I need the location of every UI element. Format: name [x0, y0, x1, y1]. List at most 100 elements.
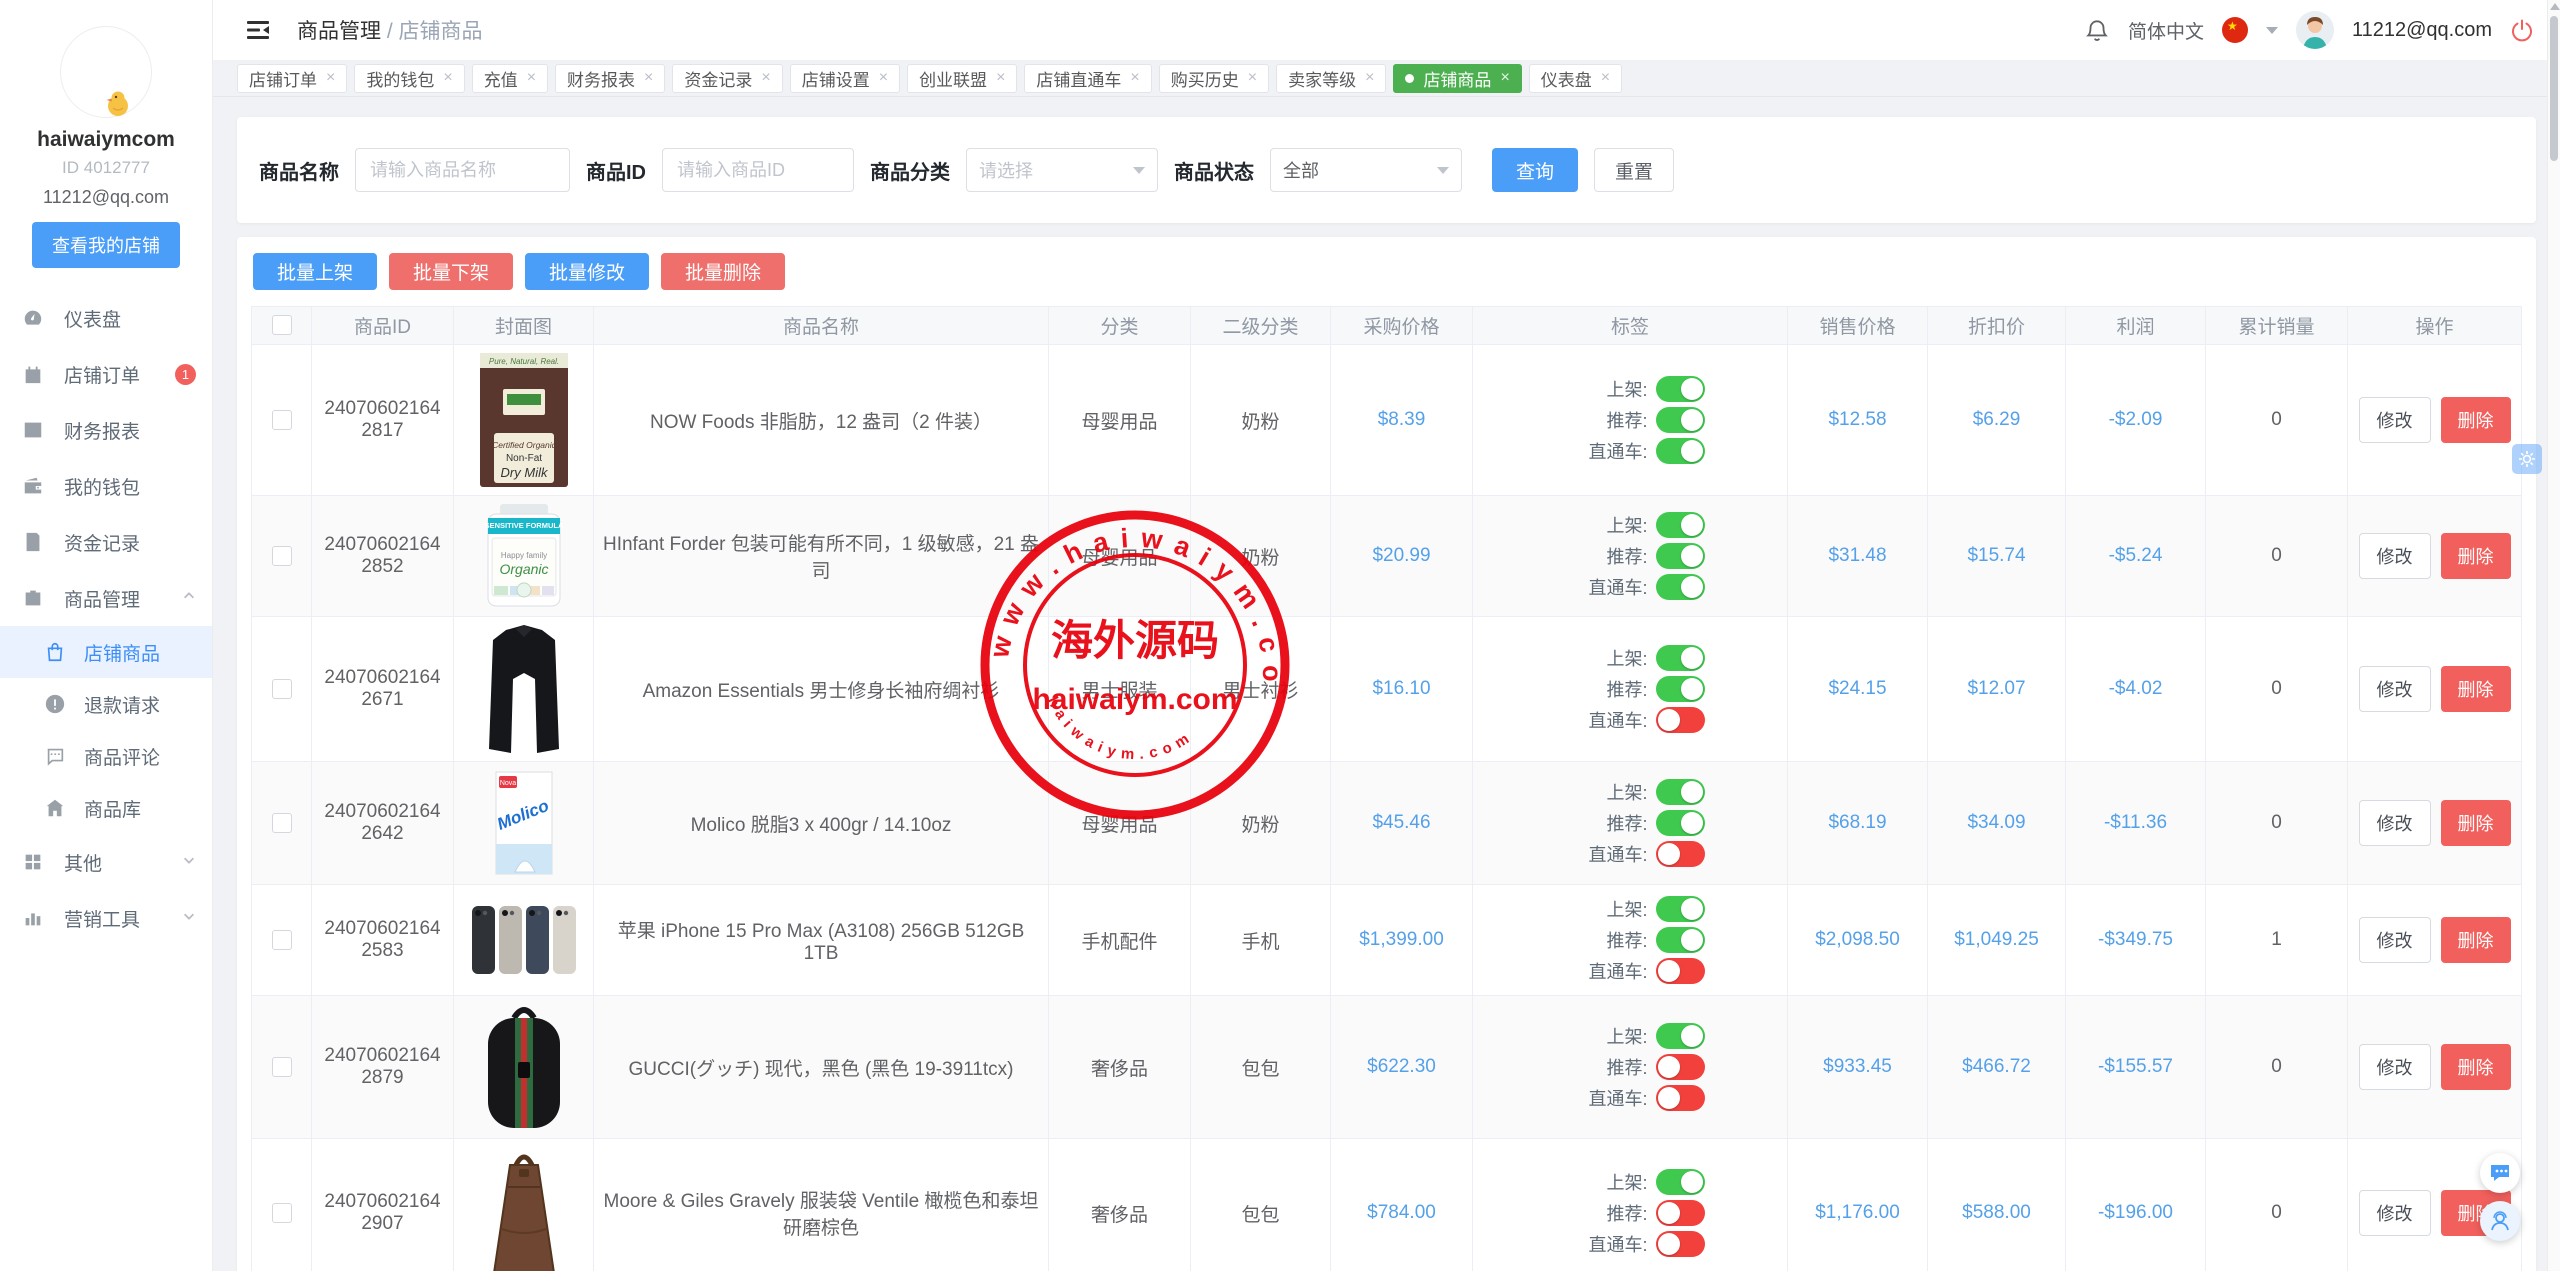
- tab-close-icon[interactable]: ×: [1130, 70, 1139, 86]
- edit-button[interactable]: 修改: [2359, 1190, 2431, 1236]
- menu-fold-icon[interactable]: [245, 17, 271, 43]
- edit-button[interactable]: 修改: [2359, 800, 2431, 846]
- through-train-toggle[interactable]: [1656, 841, 1705, 867]
- sidebar-item-refund[interactable]: 退款请求: [0, 678, 212, 730]
- onshelf-toggle[interactable]: [1656, 896, 1705, 922]
- edit-button[interactable]: 修改: [2359, 533, 2431, 579]
- through-train-toggle[interactable]: [1656, 958, 1705, 984]
- product-cover-image[interactable]: [454, 996, 594, 1139]
- sidebar-item-others[interactable]: 其他: [0, 834, 212, 890]
- tab-close-icon[interactable]: ×: [761, 70, 770, 86]
- row-checkbox[interactable]: [272, 679, 292, 699]
- vertical-scrollbar[interactable]: [2547, 0, 2560, 1271]
- onshelf-toggle[interactable]: [1656, 779, 1705, 805]
- onshelf-toggle[interactable]: [1656, 512, 1705, 538]
- recommend-toggle[interactable]: [1656, 407, 1705, 433]
- recommend-toggle[interactable]: [1656, 676, 1705, 702]
- row-checkbox[interactable]: [272, 546, 292, 566]
- row-checkbox[interactable]: [272, 1057, 292, 1077]
- row-checkbox[interactable]: [272, 410, 292, 430]
- china-flag-icon[interactable]: ★: [2222, 17, 2248, 43]
- chat-bubble-icon[interactable]: [2480, 1153, 2520, 1193]
- delete-button[interactable]: 删除: [2441, 533, 2511, 579]
- recommend-toggle[interactable]: [1656, 927, 1705, 953]
- onshelf-toggle[interactable]: [1656, 645, 1705, 671]
- tab-item[interactable]: 店铺设置×: [790, 64, 900, 93]
- batch-button-1[interactable]: 批量上架: [253, 253, 377, 290]
- through-train-toggle[interactable]: [1656, 707, 1705, 733]
- tab-item[interactable]: 仪表盘×: [1529, 64, 1622, 93]
- sidebar-item-wallet[interactable]: 我的钱包: [0, 458, 212, 514]
- sidebar-item-marketing[interactable]: 营销工具: [0, 890, 212, 946]
- shop-avatar[interactable]: [60, 26, 152, 118]
- sidebar-item-comment[interactable]: 商品评论: [0, 730, 212, 782]
- sidebar-item-orders[interactable]: 店铺订单1: [0, 346, 212, 402]
- onshelf-toggle[interactable]: [1656, 376, 1705, 402]
- row-checkbox[interactable]: [272, 813, 292, 833]
- customer-service-icon[interactable]: [2480, 1201, 2520, 1241]
- batch-button-2[interactable]: 批量下架: [389, 253, 513, 290]
- row-checkbox[interactable]: [272, 930, 292, 950]
- tab-item[interactable]: 充值×: [472, 64, 548, 93]
- delete-button[interactable]: 删除: [2441, 666, 2511, 712]
- user-avatar[interactable]: [2296, 11, 2334, 49]
- tab-close-icon[interactable]: ×: [527, 70, 536, 86]
- through-train-toggle[interactable]: [1656, 574, 1705, 600]
- scrollbar-thumb[interactable]: [2550, 16, 2558, 161]
- product-cover-image[interactable]: Pure, Natural, Real.Certified OrganicNon…: [454, 345, 594, 496]
- breadcrumb-section[interactable]: 商品管理: [297, 20, 381, 43]
- delete-button[interactable]: 删除: [2441, 800, 2511, 846]
- caret-down-icon[interactable]: [2266, 27, 2278, 34]
- delete-button[interactable]: 删除: [2441, 397, 2511, 443]
- recommend-toggle[interactable]: [1656, 810, 1705, 836]
- tab-close-icon[interactable]: ×: [443, 70, 452, 86]
- gear-icon[interactable]: [2512, 444, 2542, 474]
- tab-close-icon[interactable]: ×: [1601, 70, 1610, 86]
- sidebar-item-funds-record[interactable]: 资金记录: [0, 514, 212, 570]
- batch-button-3[interactable]: 批量修改: [525, 253, 649, 290]
- tab-close-icon[interactable]: ×: [1500, 70, 1509, 86]
- through-train-toggle[interactable]: [1656, 438, 1705, 464]
- batch-button-4[interactable]: 批量删除: [661, 253, 785, 290]
- onshelf-toggle[interactable]: [1656, 1169, 1705, 1195]
- power-icon[interactable]: [2510, 18, 2534, 42]
- product-id-input[interactable]: [662, 148, 854, 192]
- search-button[interactable]: 查询: [1492, 148, 1578, 192]
- product-cover-image[interactable]: NovaMolico: [454, 762, 594, 885]
- row-checkbox[interactable]: [272, 1203, 292, 1223]
- tab-close-icon[interactable]: ×: [326, 70, 335, 86]
- select-all-checkbox[interactable]: [272, 315, 292, 335]
- recommend-toggle[interactable]: [1656, 1200, 1705, 1226]
- bell-icon[interactable]: [2084, 17, 2110, 43]
- edit-button[interactable]: 修改: [2359, 666, 2431, 712]
- tab-close-icon[interactable]: ×: [1365, 70, 1374, 86]
- view-my-shop-button[interactable]: 查看我的店铺: [32, 222, 180, 268]
- product-cover-image[interactable]: SENSITIVE FORMULAHappy familyOrganic: [454, 496, 594, 617]
- product-cover-image[interactable]: [454, 885, 594, 996]
- recommend-toggle[interactable]: [1656, 1054, 1705, 1080]
- tab-item[interactable]: 卖家等级×: [1276, 64, 1386, 93]
- edit-button[interactable]: 修改: [2359, 397, 2431, 443]
- sidebar-item-shop-goods[interactable]: 店铺商品: [0, 626, 212, 678]
- edit-button[interactable]: 修改: [2359, 917, 2431, 963]
- tab-item[interactable]: 创业联盟×: [907, 64, 1017, 93]
- status-select[interactable]: 全部: [1270, 148, 1462, 192]
- delete-button[interactable]: 删除: [2441, 1044, 2511, 1090]
- sidebar-item-dashboard[interactable]: 仪表盘: [0, 290, 212, 346]
- recommend-toggle[interactable]: [1656, 543, 1705, 569]
- tab-item[interactable]: 购买历史×: [1159, 64, 1269, 93]
- delete-button[interactable]: 删除: [2441, 917, 2511, 963]
- tab-close-icon[interactable]: ×: [996, 70, 1005, 86]
- tab-close-icon[interactable]: ×: [879, 70, 888, 86]
- tab-item[interactable]: 财务报表×: [555, 64, 665, 93]
- sidebar-item-warehouse[interactable]: 商品库: [0, 782, 212, 834]
- header-user-email[interactable]: 11212@qq.com: [2352, 19, 2492, 42]
- product-cover-image[interactable]: [454, 617, 594, 762]
- edit-button[interactable]: 修改: [2359, 1044, 2431, 1090]
- tab-item[interactable]: 资金记录×: [672, 64, 782, 93]
- reset-button[interactable]: 重置: [1594, 148, 1674, 192]
- sidebar-item-finance-report[interactable]: 财务报表: [0, 402, 212, 458]
- through-train-toggle[interactable]: [1656, 1231, 1705, 1257]
- tab-item[interactable]: 我的钱包×: [354, 64, 464, 93]
- onshelf-toggle[interactable]: [1656, 1023, 1705, 1049]
